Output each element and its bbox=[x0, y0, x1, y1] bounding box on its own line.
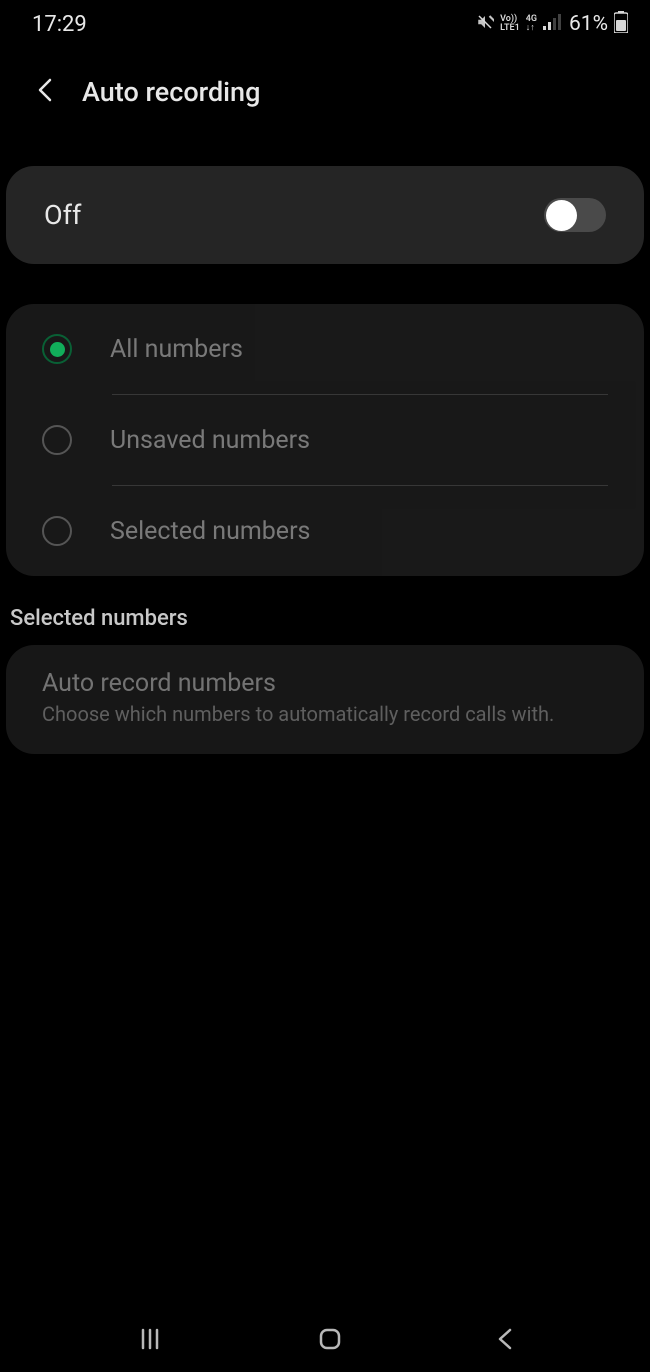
signal-icon bbox=[543, 14, 561, 34]
volte-icon: Vo))LTE1 bbox=[500, 15, 520, 33]
page-title: Auto recording bbox=[82, 76, 260, 108]
radio-dot bbox=[50, 342, 65, 357]
page-header: Auto recording bbox=[0, 48, 650, 136]
toggle-thumb bbox=[546, 200, 577, 231]
section-header-selected-numbers: Selected numbers bbox=[0, 576, 650, 645]
radio-option-all-numbers[interactable]: All numbers bbox=[6, 304, 644, 394]
recents-button[interactable] bbox=[137, 1326, 163, 1356]
home-icon bbox=[317, 1326, 343, 1352]
recording-scope-group: All numbers Unsaved numbers Selected num… bbox=[6, 304, 644, 576]
radio-option-selected-numbers[interactable]: Selected numbers bbox=[6, 486, 644, 576]
home-button[interactable] bbox=[317, 1326, 343, 1356]
back-nav-button[interactable] bbox=[497, 1326, 513, 1356]
toggle-switch[interactable] bbox=[544, 198, 606, 232]
battery-percent: 61% bbox=[569, 12, 608, 36]
radio-indicator bbox=[42, 334, 72, 364]
navigation-bar bbox=[0, 1310, 650, 1372]
master-toggle-row[interactable]: Off bbox=[6, 166, 644, 264]
status-time: 17:29 bbox=[32, 12, 87, 37]
back-button[interactable] bbox=[38, 78, 52, 106]
4g-icon: 4G↓↑ bbox=[526, 15, 537, 33]
radio-label: Unsaved numbers bbox=[110, 426, 310, 455]
radio-label: Selected numbers bbox=[110, 517, 310, 546]
radio-label: All numbers bbox=[110, 335, 243, 364]
chevron-left-icon bbox=[497, 1326, 513, 1352]
toggle-label: Off bbox=[44, 199, 81, 231]
auto-record-numbers-row[interactable]: Auto record numbers Choose which numbers… bbox=[6, 645, 644, 754]
radio-option-unsaved-numbers[interactable]: Unsaved numbers bbox=[6, 395, 644, 485]
recents-icon bbox=[137, 1326, 163, 1352]
auto-record-title: Auto record numbers bbox=[42, 669, 608, 698]
mute-icon bbox=[476, 13, 494, 35]
radio-indicator bbox=[42, 516, 72, 546]
chevron-left-icon bbox=[38, 78, 52, 102]
status-icons: Vo))LTE1 4G↓↑ 61% bbox=[476, 11, 628, 37]
auto-record-subtitle: Choose which numbers to automatically re… bbox=[42, 702, 608, 726]
radio-indicator bbox=[42, 425, 72, 455]
battery-icon bbox=[614, 11, 628, 37]
status-bar: 17:29 Vo))LTE1 4G↓↑ 61% bbox=[0, 0, 650, 48]
